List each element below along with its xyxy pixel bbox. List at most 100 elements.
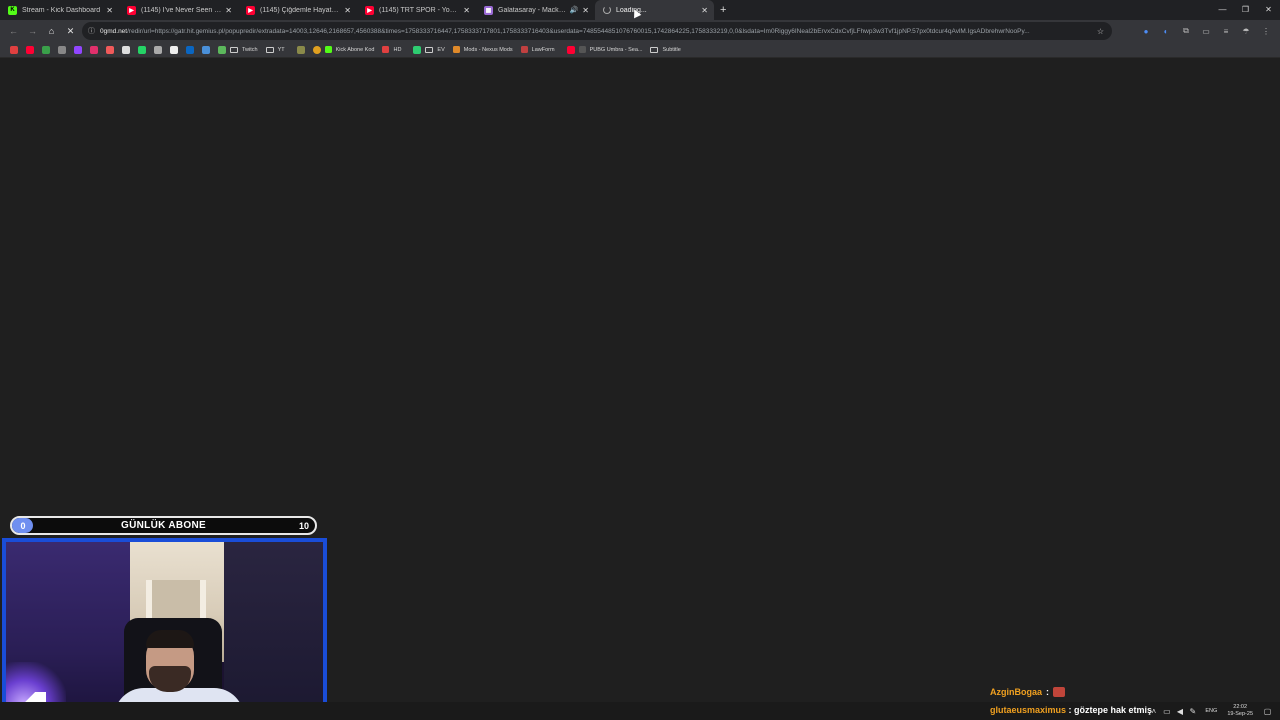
tab-title: Stream - Kick Dashboard xyxy=(22,6,101,14)
clock[interactable]: 22:02 19-Sep-25 xyxy=(1227,704,1253,718)
folder-icon xyxy=(230,46,238,53)
tab-youtube-3[interactable]: ▶ (1145) TRT SPOR - YouTube ✕ xyxy=(357,0,476,20)
new-tab-button[interactable]: + xyxy=(720,4,726,16)
profile-icon[interactable]: ☂ xyxy=(1236,27,1256,36)
bookmark-folder-yt[interactable]: YT xyxy=(265,46,285,53)
bookmark-green-icon[interactable] xyxy=(42,45,50,54)
kick-icon xyxy=(324,46,332,53)
bookmark-label: Mods - Nexus Mods xyxy=(463,46,513,53)
close-icon[interactable]: ✕ xyxy=(701,6,708,15)
bookmark-instagram-icon[interactable] xyxy=(90,45,98,54)
mackolik-icon: ▦ xyxy=(484,5,493,15)
site-info-icon[interactable]: ⓘ xyxy=(88,26,95,36)
youtube-icon: ▶ xyxy=(246,5,255,15)
notification-icon[interactable]: ▢ xyxy=(1261,707,1274,716)
system-tray: ˄ ▭ ◀ ✎ ENG 22:02 19-Sep-25 ▢ xyxy=(1147,702,1274,720)
bookmark-misc-icon[interactable] xyxy=(296,45,305,54)
goal-title: GÜNLÜK ABONE xyxy=(121,520,206,531)
pen-icon[interactable]: ✎ xyxy=(1186,707,1199,716)
menu-icon[interactable]: ⋮ xyxy=(1256,27,1276,36)
bookmark-label: HD xyxy=(393,46,402,53)
back-button[interactable]: ← xyxy=(4,26,23,36)
bookmark-square-icon[interactable] xyxy=(413,45,422,54)
bookmark-label: PUBG Umbra - Sea... xyxy=(589,46,643,53)
bookmark-folder-subtitle[interactable]: Subtitle xyxy=(650,46,681,53)
bookmark-folder-ev[interactable]: EV xyxy=(425,46,445,53)
address-bar[interactable]: ⓘ 0gmd.net /redir/url=https://gatr.hit.g… xyxy=(82,22,1112,40)
tab-title: Loading... xyxy=(616,6,647,14)
youtube-icon: ▶ xyxy=(127,5,136,15)
bookmark-nexus-mods[interactable]: Mods - Nexus Mods xyxy=(452,46,513,53)
translate-icon[interactable]: ◐ xyxy=(1156,27,1176,36)
tab-youtube-1[interactable]: ▶ (1145) I've Never Seen So Many... ✕ xyxy=(119,0,238,20)
bookmark-twitch-icon[interactable] xyxy=(74,45,82,54)
url-domain: 0gmd.net xyxy=(100,27,128,35)
bookmark-grey-icon[interactable] xyxy=(58,45,66,54)
tab-youtube-2[interactable]: ▶ (1145) Çiğdemle Hayat - YouTube ✕ xyxy=(238,0,357,20)
bookmark-linkedin-icon[interactable] xyxy=(186,45,194,54)
network-icon[interactable]: ▭ xyxy=(1160,707,1173,716)
speaker-icon[interactable]: 🔊 xyxy=(570,6,579,14)
extension-icon[interactable]: ● xyxy=(1136,27,1156,36)
goal-current: 0 xyxy=(20,520,26,531)
bookmarks-bar: Twitch YT Kick Abone Kod HD EV Mods - Ne… xyxy=(0,42,1280,58)
bookmark-lawform[interactable]: LawForm xyxy=(520,46,555,53)
bookmark-label: YT xyxy=(277,46,285,53)
bookmark-folder-twitch[interactable]: Twitch xyxy=(230,46,258,53)
tab-kick-dashboard[interactable]: K Stream - Kick Dashboard ✕ xyxy=(0,0,119,20)
tab-loading[interactable]: Loading... ✕ xyxy=(595,0,714,20)
nexus-icon xyxy=(452,46,460,53)
tab-mackolik[interactable]: ▦ Galatasaray - Mackolik.com.tr 🔊 ✕ xyxy=(476,0,595,20)
bookmark-whatsapp-icon[interactable] xyxy=(138,45,146,54)
browser-toolbar: ← → ⌂ ✕ ⓘ 0gmd.net /redir/url=https://ga… xyxy=(0,20,1280,42)
bookmark-tumblr-icon[interactable] xyxy=(106,45,114,54)
bookmark-coin-icon[interactable] xyxy=(312,45,321,54)
webcam-feed xyxy=(2,538,327,720)
bookmark-plant-icon[interactable] xyxy=(218,45,226,54)
tab-title: (1145) I've Never Seen So Many... xyxy=(141,6,221,14)
close-icon[interactable]: ✕ xyxy=(344,6,351,15)
bookmark-hd[interactable]: HD xyxy=(382,46,401,53)
restore-button[interactable]: ❐ xyxy=(1234,0,1257,20)
chat-text: göztepe hak etmiş xyxy=(1074,705,1153,715)
language-indicator[interactable]: ENG xyxy=(1205,708,1217,714)
bookmark-youtube-icon[interactable] xyxy=(26,45,34,54)
minimize-button[interactable]: — xyxy=(1211,0,1234,20)
close-icon[interactable]: ✕ xyxy=(463,6,470,15)
split-view-icon[interactable]: ▭ xyxy=(1196,27,1216,36)
volume-icon[interactable]: ◀ xyxy=(1173,707,1186,716)
close-icon[interactable]: ✕ xyxy=(225,6,232,15)
bookmark-pubg[interactable]: PUBG Umbra - Sea... xyxy=(578,46,643,53)
bookmark-star-icon[interactable]: ☆ xyxy=(1097,27,1104,36)
forward-button[interactable]: → xyxy=(23,26,42,36)
clock-date: 19-Sep-25 xyxy=(1227,711,1253,717)
chat-username: AzginBogaa xyxy=(990,687,1043,697)
chat-separator: : xyxy=(1046,687,1050,697)
bookmark-doc-icon[interactable] xyxy=(154,45,162,54)
bookmark-youtube-icon[interactable] xyxy=(566,45,575,54)
bookmark-x-icon[interactable] xyxy=(122,45,130,54)
extensions-puzzle-icon[interactable]: ⧉ xyxy=(1176,26,1196,36)
stop-button[interactable]: ✕ xyxy=(61,26,80,37)
hd-icon xyxy=(382,46,390,53)
bookmark-b-icon[interactable] xyxy=(170,45,178,54)
bookmark-kick-abone-kod[interactable]: Kick Abone Kod xyxy=(324,46,375,53)
daily-subscriber-goal-bar: 0 GÜNLÜK ABONE 10 xyxy=(10,516,317,535)
url-path: /redir/url=https://gatr.hit.gemius.pl/po… xyxy=(127,27,1030,35)
bookmark-label: EV xyxy=(437,46,445,53)
tab-title: (1145) TRT SPOR - YouTube xyxy=(379,6,459,14)
chevron-up-icon[interactable]: ˄ xyxy=(1147,707,1160,716)
window-controls: — ❐ ✕ xyxy=(1211,0,1280,20)
loading-spinner-icon xyxy=(603,6,611,14)
media-icon[interactable]: ≡ xyxy=(1216,27,1236,36)
close-window-button[interactable]: ✕ xyxy=(1257,0,1280,20)
home-button[interactable]: ⌂ xyxy=(42,26,61,36)
clock-time: 22:02 xyxy=(1233,704,1248,710)
bookmark-mail-icon[interactable] xyxy=(202,45,210,54)
bookmark-red-icon[interactable] xyxy=(10,45,18,54)
close-icon[interactable]: ✕ xyxy=(582,6,589,15)
tab-strip: K Stream - Kick Dashboard ✕ ▶ (1145) I'v… xyxy=(0,0,1280,20)
close-icon[interactable]: ✕ xyxy=(106,6,113,15)
bookmark-label: Kick Abone Kod xyxy=(335,46,375,53)
folder-icon xyxy=(265,46,274,53)
